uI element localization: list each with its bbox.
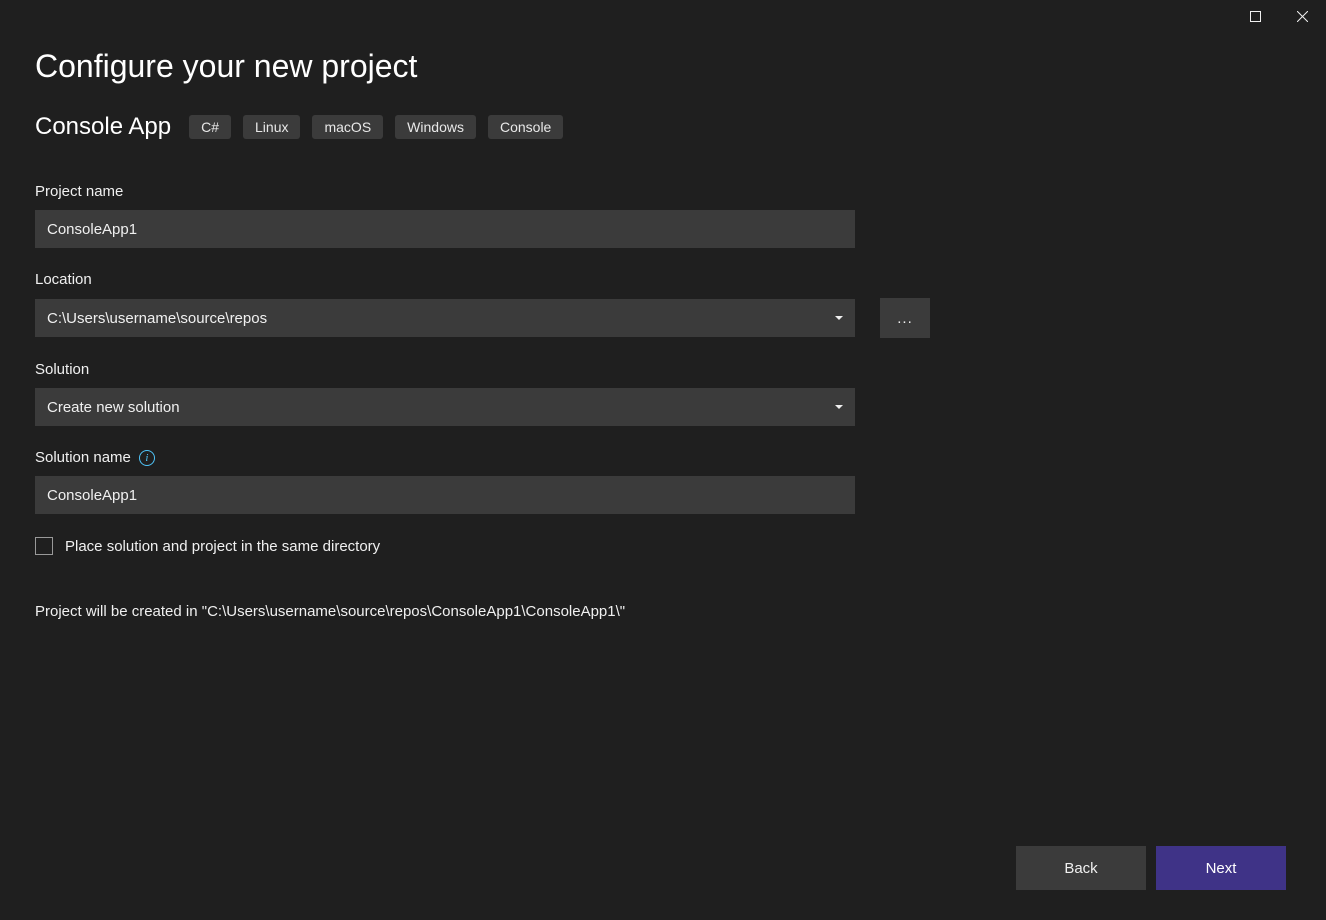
browse-button[interactable]: ... bbox=[880, 298, 930, 338]
chevron-down-icon bbox=[835, 405, 843, 409]
next-button[interactable]: Next bbox=[1156, 846, 1286, 890]
location-dropdown[interactable]: C:\Users\username\source\repos bbox=[35, 299, 855, 337]
solution-name-label: Solution name i bbox=[35, 449, 1291, 466]
tag-linux: Linux bbox=[243, 115, 300, 139]
back-button[interactable]: Back bbox=[1016, 846, 1146, 890]
content-area: Configure your new project Console App C… bbox=[0, 0, 1326, 920]
tag-windows: Windows bbox=[395, 115, 476, 139]
location-group: Location C:\Users\username\source\repos … bbox=[35, 271, 1291, 338]
tag-macos: macOS bbox=[312, 115, 383, 139]
project-name-label: Project name bbox=[35, 183, 1291, 200]
solution-dropdown[interactable]: Create new solution bbox=[35, 388, 855, 426]
same-directory-label: Place solution and project in the same d… bbox=[65, 538, 380, 555]
page-title: Configure your new project bbox=[35, 48, 1291, 85]
project-name-input[interactable] bbox=[35, 210, 855, 248]
project-name-group: Project name bbox=[35, 183, 1291, 248]
info-icon[interactable]: i bbox=[139, 450, 155, 466]
tag-console: Console bbox=[488, 115, 563, 139]
solution-name-group: Solution name i bbox=[35, 449, 1291, 514]
location-label: Location bbox=[35, 271, 1291, 288]
same-directory-checkbox[interactable] bbox=[35, 537, 53, 555]
chevron-down-icon bbox=[835, 316, 843, 320]
tags-container: C# Linux macOS Windows Console bbox=[189, 115, 563, 139]
solution-group: Solution Create new solution bbox=[35, 361, 1291, 426]
location-value: C:\Users\username\source\repos bbox=[47, 310, 267, 327]
location-row: C:\Users\username\source\repos ... bbox=[35, 298, 1291, 338]
template-name: Console App bbox=[35, 113, 171, 141]
template-row: Console App C# Linux macOS Windows Conso… bbox=[35, 113, 1291, 141]
footer: Back Next bbox=[1016, 846, 1286, 890]
solution-label: Solution bbox=[35, 361, 1291, 378]
same-directory-row: Place solution and project in the same d… bbox=[35, 537, 1291, 555]
tag-csharp: C# bbox=[189, 115, 231, 139]
summary-text: Project will be created in "C:\Users\use… bbox=[35, 603, 1291, 620]
solution-value: Create new solution bbox=[47, 399, 180, 416]
solution-name-input[interactable] bbox=[35, 476, 855, 514]
